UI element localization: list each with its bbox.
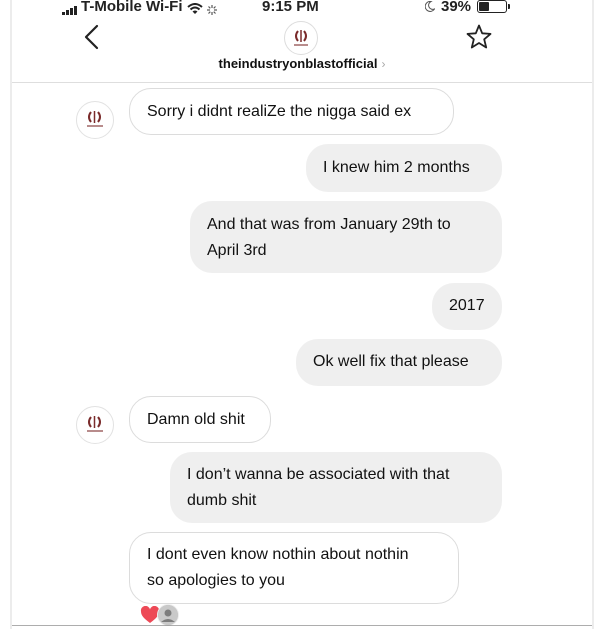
message-outgoing[interactable]: I knew him 2 months	[306, 144, 502, 192]
star-icon[interactable]	[465, 23, 493, 51]
carrier-label: T-Mobile Wi-Fi	[81, 0, 183, 15]
message-text: And that was from January 29th to April …	[207, 216, 451, 259]
message-incoming[interactable]: Sorry i didnt realiZe the nigga said ex	[129, 88, 454, 135]
signal-icon	[62, 5, 77, 15]
loading-icon	[206, 5, 217, 15]
message-text: I knew him 2 months	[323, 159, 470, 176]
message-text: Damn old shit	[147, 411, 245, 428]
carrier-group: T-Mobile Wi-Fi	[62, 0, 217, 15]
chevron-right-icon: ›	[381, 57, 386, 71]
message-outgoing[interactable]: Ok well fix that please	[296, 339, 502, 386]
moon-icon	[425, 1, 435, 12]
battery-group: 39%	[425, 0, 511, 15]
divider	[12, 625, 592, 626]
sender-avatar[interactable]	[76, 406, 114, 444]
message-text: 2017	[449, 297, 485, 314]
back-chevron-icon[interactable]	[80, 22, 104, 52]
username-text[interactable]: theindustryonblastofficial	[219, 56, 378, 71]
sender-avatar[interactable]	[76, 101, 114, 139]
conversation-header: theindustryonblastofficial ›	[12, 16, 592, 83]
battery-percent: 39%	[441, 0, 472, 15]
battery-icon	[477, 0, 511, 13]
message-outgoing[interactable]: 2017	[432, 283, 502, 330]
status-bar: T-Mobile Wi-Fi 9:15 PM 39%	[0, 0, 600, 16]
message-incoming[interactable]: Damn old shit	[129, 396, 271, 443]
header-avatar[interactable]	[284, 21, 318, 55]
message-incoming[interactable]: I dont even know nothin about nothin so …	[129, 532, 459, 604]
conversation-username[interactable]: theindustryonblastofficial ›	[12, 56, 592, 71]
message-text: Sorry i didnt realiZe the nigga said ex	[147, 103, 412, 120]
reactor-avatar	[157, 604, 179, 626]
status-time: 9:15 PM	[262, 0, 319, 15]
message-outgoing[interactable]: I don’t wanna be associated with that du…	[170, 452, 502, 523]
message-text: Ok well fix that please	[313, 353, 469, 370]
message-reaction[interactable]	[140, 604, 179, 626]
message-text: I dont even know nothin about nothin so …	[147, 546, 409, 589]
wifi-icon	[186, 3, 203, 14]
message-outgoing[interactable]: And that was from January 29th to April …	[190, 201, 502, 273]
message-text: I don’t wanna be associated with that du…	[187, 466, 450, 509]
chat-screen: T-Mobile Wi-Fi 9:15 PM 39% theindustryon…	[0, 0, 600, 629]
